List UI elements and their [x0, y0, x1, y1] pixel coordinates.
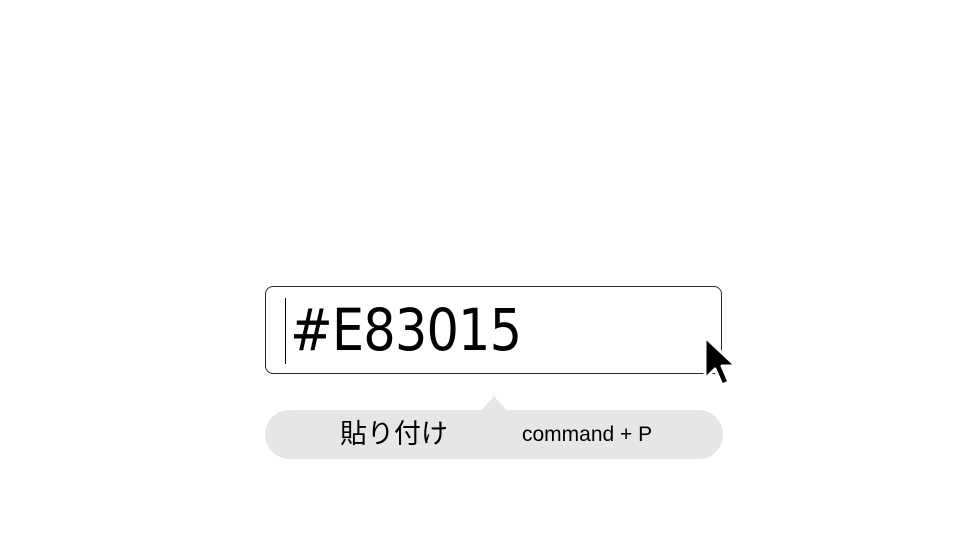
mouse-pointer-icon [703, 335, 738, 387]
canvas: #E83015 貼り付け command + P [0, 0, 960, 560]
text-caret [285, 298, 286, 364]
paste-shortcut-hint: command + P [522, 423, 653, 446]
color-code-value: #E83015 [290, 296, 522, 364]
paste-menu-item-label[interactable]: 貼り付け [340, 410, 448, 459]
paste-context-menu[interactable]: 貼り付け command + P [265, 410, 723, 459]
color-code-input[interactable]: #E83015 [265, 286, 722, 374]
